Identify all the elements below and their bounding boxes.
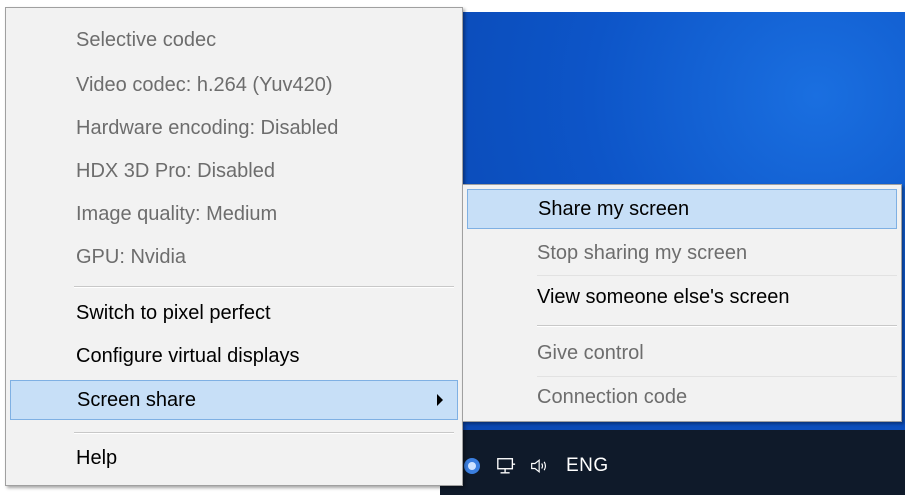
submenu-item-label: Give control <box>537 341 644 364</box>
submenu-item-label: View someone else's screen <box>537 285 790 308</box>
menu-separator <box>74 286 454 288</box>
submenu-item-stop-sharing: Stop sharing my screen <box>467 233 897 273</box>
menu-item-hdx-3d-pro: HDX 3D Pro: Disabled <box>10 151 458 191</box>
menu-item-label: Hardware encoding: Disabled <box>76 116 339 139</box>
menu-item-label: Selective codec <box>76 28 217 51</box>
submenu-item-label: Connection code <box>537 385 688 408</box>
menu-item-gpu: GPU: Nvidia <box>10 237 458 277</box>
screen-share-submenu: Share my screen Stop sharing my screen V… <box>462 184 902 422</box>
menu-item-switch-pixel-perfect[interactable]: Switch to pixel perfect <box>10 292 458 334</box>
submenu-item-share-my-screen[interactable]: Share my screen <box>467 189 897 229</box>
app-tray-icon[interactable] <box>462 456 482 476</box>
menu-separator <box>74 432 454 434</box>
menu-item-image-quality: Image quality: Medium <box>10 194 458 234</box>
menu-item-label: GPU: Nvidia <box>76 245 187 268</box>
submenu-item-view-someone-else[interactable]: View someone else's screen <box>467 277 897 317</box>
menu-item-configure-virtual-displays[interactable]: Configure virtual displays <box>10 335 458 377</box>
menu-item-label: Video codec: h.264 (Yuv420) <box>76 73 333 96</box>
menu-item-video-codec: Video codec: h.264 (Yuv420) <box>10 65 458 105</box>
submenu-item-connection-code: Connection code <box>467 377 897 417</box>
context-menu: Selective codec Video codec: h.264 (Yuv4… <box>5 7 463 486</box>
menu-item-selective-codec: Selective codec <box>10 20 458 60</box>
menu-item-screen-share[interactable]: Screen share <box>10 380 458 420</box>
submenu-item-label: Share my screen <box>538 197 690 220</box>
submenu-arrow-icon <box>437 394 443 406</box>
submenu-item-give-control: Give control <box>467 333 897 373</box>
system-tray: ENG <box>462 450 609 482</box>
menu-item-help[interactable]: Help <box>10 438 458 478</box>
volume-icon[interactable] <box>530 456 550 476</box>
submenu-separator <box>537 325 897 327</box>
language-indicator[interactable]: ENG <box>566 455 609 477</box>
menu-item-label: HDX 3D Pro: Disabled <box>76 159 275 182</box>
menu-item-hardware-encoding: Hardware encoding: Disabled <box>10 108 458 148</box>
menu-item-label: Switch to pixel perfect <box>76 301 271 324</box>
network-icon[interactable] <box>496 456 516 476</box>
submenu-divider <box>537 275 897 276</box>
menu-item-label: Image quality: Medium <box>76 202 278 225</box>
menu-item-label: Screen share <box>77 388 196 411</box>
submenu-item-label: Stop sharing my screen <box>537 241 748 264</box>
menu-item-label: Configure virtual displays <box>76 344 300 367</box>
menu-item-label: Help <box>76 446 118 469</box>
